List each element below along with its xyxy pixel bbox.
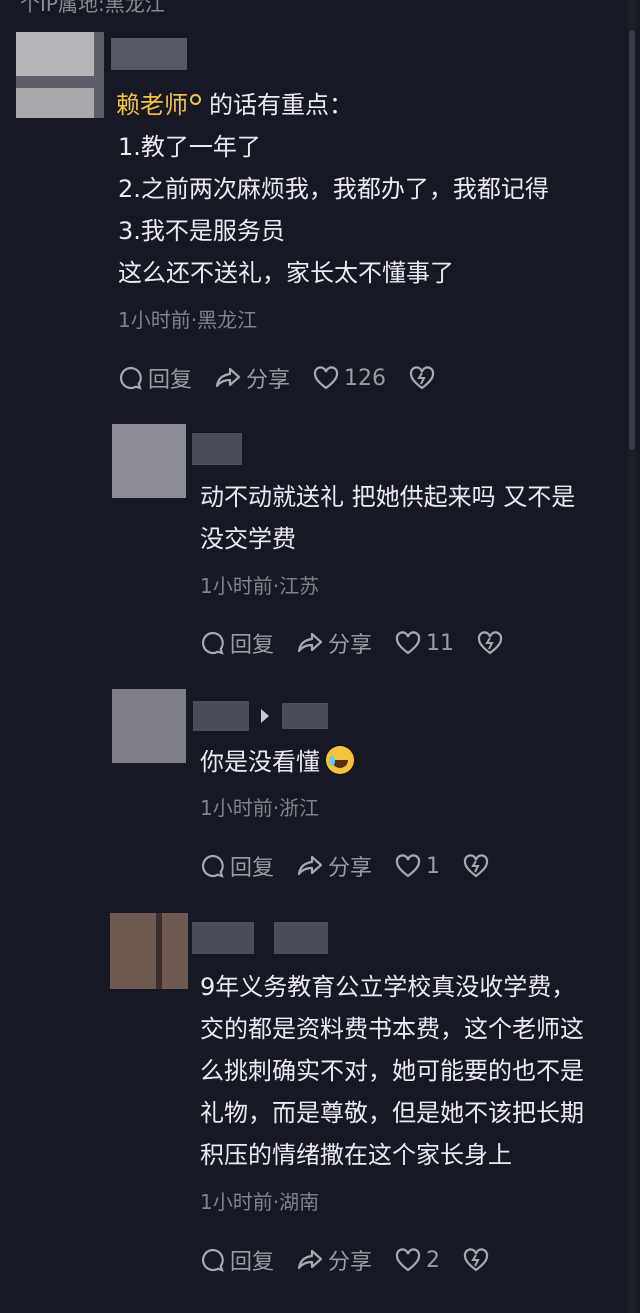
reply-button[interactable]: 回复 [200, 850, 274, 882]
dislike-button[interactable] [462, 1247, 494, 1273]
share-button[interactable]: 分享 [296, 627, 372, 659]
comment-text-line: 动不动就送礼 把她供起来吗 又不是 [200, 483, 576, 511]
share-label: 分享 [328, 856, 373, 881]
comment-text-line: 没交学费 [200, 525, 296, 553]
comment-actions: 回复 分享 11 [200, 627, 530, 659]
reply-label: 回复 [230, 633, 275, 658]
like-count: 2 [426, 1247, 441, 1273]
share-arrow-icon [215, 367, 241, 388]
reply-button[interactable]: 回复 [200, 1244, 274, 1276]
broken-heart-icon [409, 366, 435, 390]
username-blurred[interactable] [274, 922, 328, 954]
like-count: 126 [344, 365, 387, 391]
scrollbar-thumb[interactable] [629, 30, 635, 450]
like-count: 1 [426, 853, 441, 879]
comment-text-line: 2.之前两次麻烦我，我都办了，我都记得 [118, 175, 549, 203]
share-label: 分享 [246, 368, 291, 393]
comment-actions: 回复 分享 126 [118, 362, 462, 394]
comment-text-line: 交的都是资料费书本费，这个老师这 [200, 1015, 584, 1043]
like-button[interactable]: 11 [394, 630, 454, 656]
reply-target-username-blurred[interactable] [282, 703, 328, 729]
username-blurred[interactable] [193, 701, 249, 731]
heart-icon [395, 854, 421, 878]
comment-text-line: 礼物，而是尊敬，但是她不该把长期 [200, 1099, 584, 1127]
like-button[interactable]: 126 [312, 365, 386, 391]
avatar[interactable] [112, 689, 186, 763]
comment-bubble-icon [201, 1248, 224, 1272]
reply-to-arrow-icon [261, 709, 269, 723]
comment-text-line: 1.教了一年了 [118, 133, 261, 161]
comment-text-line: 么挑刺确实不对，她可能要的也不是 [200, 1057, 584, 1085]
comment-actions: 回复 分享 2 [200, 1244, 516, 1276]
share-arrow-icon [297, 855, 323, 876]
avatar[interactable] [110, 913, 188, 989]
like-button[interactable]: 1 [394, 853, 440, 879]
dislike-button[interactable] [462, 853, 494, 879]
share-label: 分享 [328, 633, 373, 658]
mention-author-tag[interactable]: 赖老师 [116, 91, 188, 119]
broken-heart-icon [463, 1248, 489, 1272]
share-button[interactable]: 分享 [296, 850, 372, 882]
comment-bubble-icon [201, 631, 224, 655]
comment-meta: 1小时前·浙江 [200, 796, 320, 820]
username-blurred[interactable] [192, 433, 242, 465]
reply-button[interactable]: 回复 [200, 627, 274, 659]
like-count: 11 [426, 630, 455, 656]
comment-meta: 1小时前·江苏 [200, 574, 320, 598]
dislike-button[interactable] [408, 365, 440, 391]
username-blurred[interactable] [192, 922, 254, 954]
comment-actions: 回复 分享 1 [200, 850, 516, 882]
avatar[interactable] [16, 32, 104, 118]
reply-button[interactable]: 回复 [118, 362, 192, 394]
heart-icon [395, 1248, 421, 1272]
comment-meta: 1小时前·黑龙江 [118, 308, 258, 332]
comment-meta: 1小时前·湖南 [200, 1190, 320, 1214]
like-button[interactable]: 2 [394, 1247, 440, 1273]
search-icon [190, 94, 201, 105]
dislike-button[interactable] [476, 630, 508, 656]
comment-bubble-icon [201, 854, 224, 878]
comment-text-line: 你是没看懂 [200, 741, 354, 783]
reply-label: 回复 [148, 368, 193, 393]
laughing-crying-emoji-icon [326, 746, 354, 774]
comment-bubble-icon [119, 366, 142, 390]
comment-text-line: 赖老师 的话有重点： [116, 91, 353, 119]
comment-text-line: 积压的情绪撒在这个家长身上 [200, 1141, 512, 1169]
share-button[interactable]: 分享 [296, 1244, 372, 1276]
broken-heart-icon [477, 631, 503, 655]
scrollbar[interactable] [628, 0, 636, 1313]
comment-text-line: 这么还不送礼，家长太不懂事了 [118, 259, 454, 287]
avatar[interactable] [112, 424, 186, 498]
cut-off-header-text: 个IP属地:黑龙江 [20, 0, 165, 16]
comment-text-line: 3.我不是服务员 [118, 217, 285, 245]
comment-text-line: 9年义务教育公立学校真没收学费， [200, 973, 576, 1001]
username-blurred[interactable] [111, 38, 187, 70]
heart-icon [313, 366, 339, 390]
broken-heart-icon [463, 854, 489, 878]
heart-icon [395, 631, 421, 655]
share-arrow-icon [297, 632, 323, 653]
reply-label: 回复 [230, 1250, 275, 1275]
share-label: 分享 [328, 1250, 373, 1275]
reply-label: 回复 [230, 856, 275, 881]
share-arrow-icon [297, 1249, 323, 1270]
share-button[interactable]: 分享 [214, 362, 290, 394]
